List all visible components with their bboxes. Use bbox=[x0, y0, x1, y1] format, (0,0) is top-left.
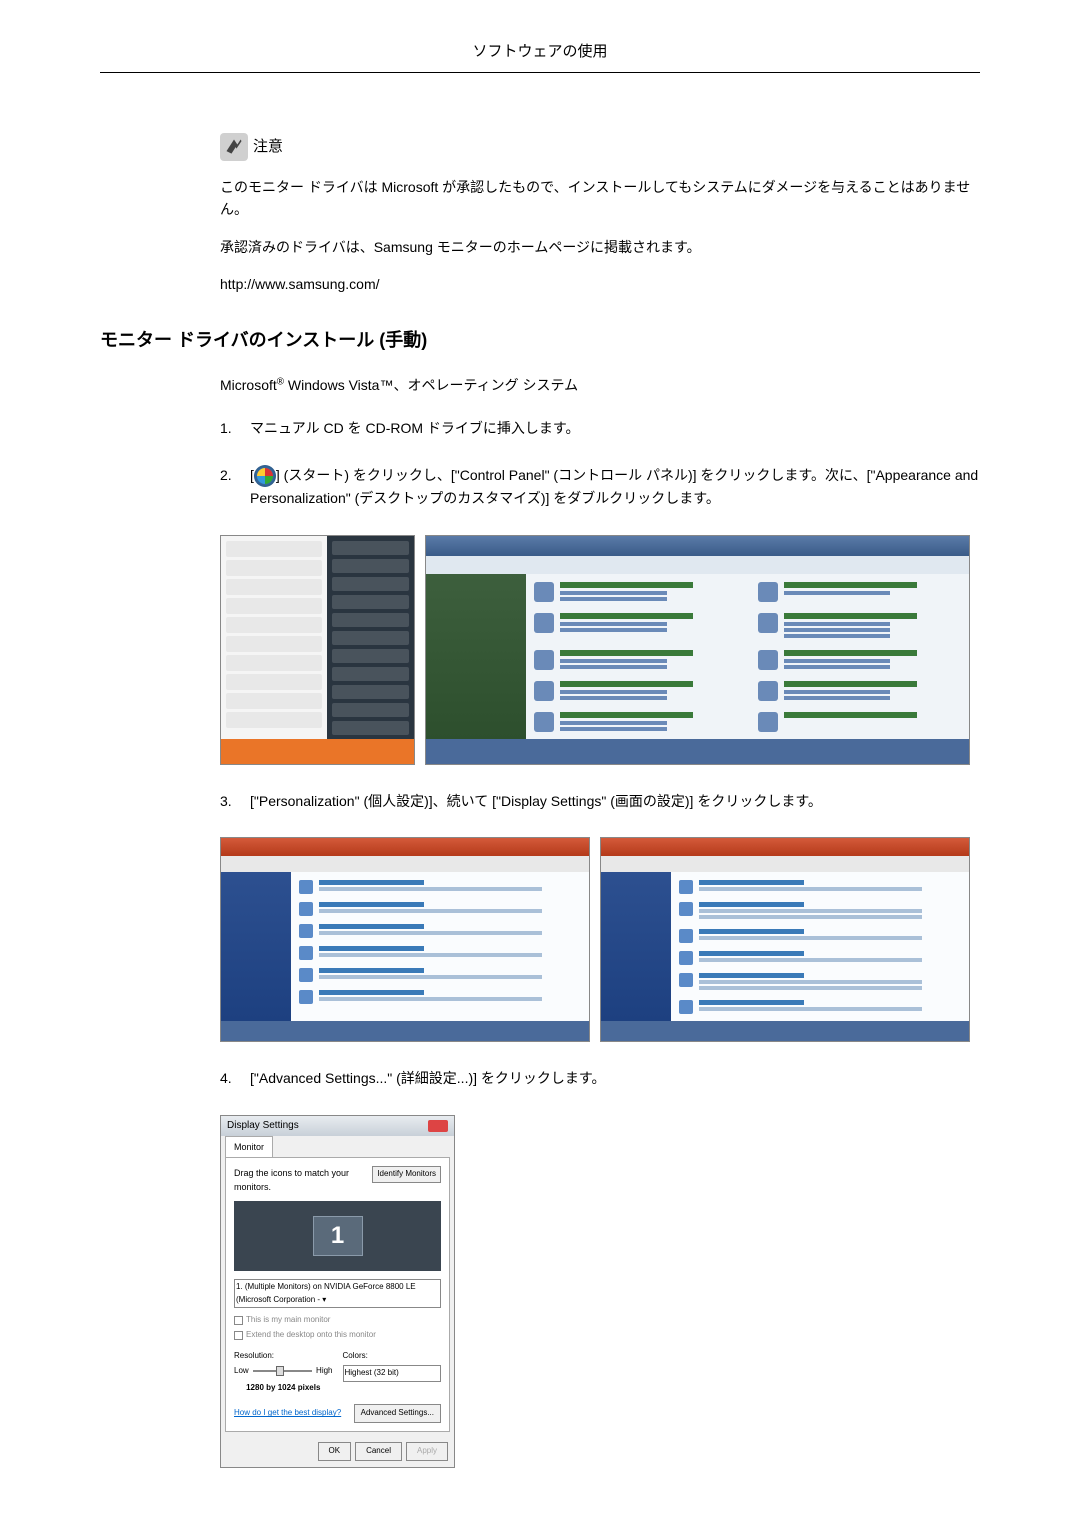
colors-label: Colors: bbox=[343, 1350, 442, 1363]
main-monitor-checkbox-row: This is my main monitor bbox=[234, 1314, 441, 1327]
checkbox-main[interactable] bbox=[234, 1316, 243, 1325]
slider-high: High bbox=[316, 1365, 332, 1378]
notice-body-2: 承認済みのドライバは、Samsung モニターのホームページに掲載されます。 bbox=[220, 236, 980, 258]
step-2-text: [] (スタート) をクリックし、["Control Panel" (コントロー… bbox=[250, 464, 980, 510]
slider-low: Low bbox=[234, 1365, 249, 1378]
screenshot-control-panel bbox=[425, 535, 970, 765]
monitor-tab[interactable]: Monitor bbox=[225, 1136, 273, 1157]
ok-button[interactable]: OK bbox=[318, 1442, 352, 1461]
step-4: 4. ["Advanced Settings..." (詳細設定...)] をク… bbox=[220, 1067, 980, 1089]
step-3-text: ["Personalization" (個人設定)]、続いて ["Display… bbox=[250, 790, 980, 812]
screenshot-row-2 bbox=[220, 837, 980, 1042]
notice-icon bbox=[220, 133, 248, 161]
step-1-text: マニュアル CD を CD-ROM ドライブに挿入します。 bbox=[250, 417, 980, 439]
resolution-slider[interactable] bbox=[253, 1370, 312, 1372]
step-number: 2. bbox=[220, 464, 250, 510]
monitor-select[interactable]: 1. (Multiple Monitors) on NVIDIA GeForce… bbox=[234, 1279, 441, 1309]
notice-label: 注意 bbox=[253, 135, 283, 159]
notice-url: http://www.samsung.com/ bbox=[220, 273, 980, 295]
install-heading: モニター ドライバのインストール (手動) bbox=[100, 326, 980, 355]
extend-checkbox-row: Extend the desktop onto this monitor bbox=[234, 1329, 441, 1342]
help-link[interactable]: How do I get the best display? bbox=[234, 1407, 341, 1420]
step-number: 3. bbox=[220, 790, 250, 812]
resolution-label: Resolution: bbox=[234, 1350, 333, 1363]
windows-start-icon bbox=[254, 465, 276, 487]
step-4-text: ["Advanced Settings..." (詳細設定...)] をクリック… bbox=[250, 1067, 980, 1089]
screenshot-start-menu bbox=[220, 535, 415, 765]
screenshot-personalization bbox=[600, 837, 970, 1042]
step-3: 3. ["Personalization" (個人設定)]、続いて ["Disp… bbox=[220, 790, 980, 812]
step-number: 4. bbox=[220, 1067, 250, 1089]
step-2: 2. [] (スタート) をクリックし、["Control Panel" (コン… bbox=[220, 464, 980, 510]
registered-mark: ® bbox=[277, 377, 284, 388]
dialog-titlebar: Display Settings bbox=[221, 1116, 454, 1136]
dialog-body: Identify Monitors Drag the icons to matc… bbox=[225, 1157, 450, 1432]
page-header: ソフトウェアの使用 bbox=[100, 40, 980, 73]
step2-after: ] (スタート) をクリックし、["Control Panel" (コントロール… bbox=[250, 467, 978, 506]
steps-list-cont: 3. ["Personalization" (個人設定)]、続いて ["Disp… bbox=[220, 790, 980, 812]
checkbox-extend-label: Extend the desktop onto this monitor bbox=[246, 1329, 376, 1342]
close-icon[interactable] bbox=[428, 1120, 448, 1132]
monitor-preview: 1 bbox=[234, 1201, 441, 1271]
dialog-title: Display Settings bbox=[227, 1118, 299, 1134]
notice-heading: 注意 bbox=[220, 133, 980, 161]
notice-body-1: このモニター ドライバは Microsoft が承認したもので、インストールして… bbox=[220, 176, 980, 221]
checkbox-extend[interactable] bbox=[234, 1331, 243, 1340]
colors-select[interactable]: Highest (32 bit) bbox=[343, 1365, 442, 1382]
steps-list: 1. マニュアル CD を CD-ROM ドライブに挿入します。 2. [] (… bbox=[220, 417, 980, 510]
step-1: 1. マニュアル CD を CD-ROM ドライブに挿入します。 bbox=[220, 417, 980, 439]
dialog-buttons: OK Cancel Apply bbox=[221, 1436, 454, 1467]
apply-button[interactable]: Apply bbox=[406, 1442, 448, 1461]
screenshot-appearance bbox=[220, 837, 590, 1042]
identify-monitors-button[interactable]: Identify Monitors bbox=[372, 1166, 441, 1183]
steps-list-cont2: 4. ["Advanced Settings..." (詳細設定...)] をク… bbox=[220, 1067, 980, 1089]
install-subheading: Microsoft® Windows Vista™、オペレーティング システム bbox=[220, 374, 980, 396]
checkbox-main-label: This is my main monitor bbox=[246, 1314, 330, 1327]
screenshot-row-1 bbox=[220, 535, 980, 765]
ms-suffix: Windows Vista™、オペレーティング システム bbox=[284, 377, 578, 393]
monitor-1[interactable]: 1 bbox=[313, 1216, 363, 1256]
advanced-settings-button[interactable]: Advanced Settings... bbox=[354, 1404, 441, 1423]
step-number: 1. bbox=[220, 417, 250, 439]
cancel-button[interactable]: Cancel bbox=[355, 1442, 402, 1461]
display-settings-dialog: Display Settings Monitor Identify Monito… bbox=[220, 1115, 455, 1468]
ms-prefix: Microsoft bbox=[220, 377, 277, 393]
resolution-value: 1280 by 1024 pixels bbox=[234, 1382, 333, 1395]
